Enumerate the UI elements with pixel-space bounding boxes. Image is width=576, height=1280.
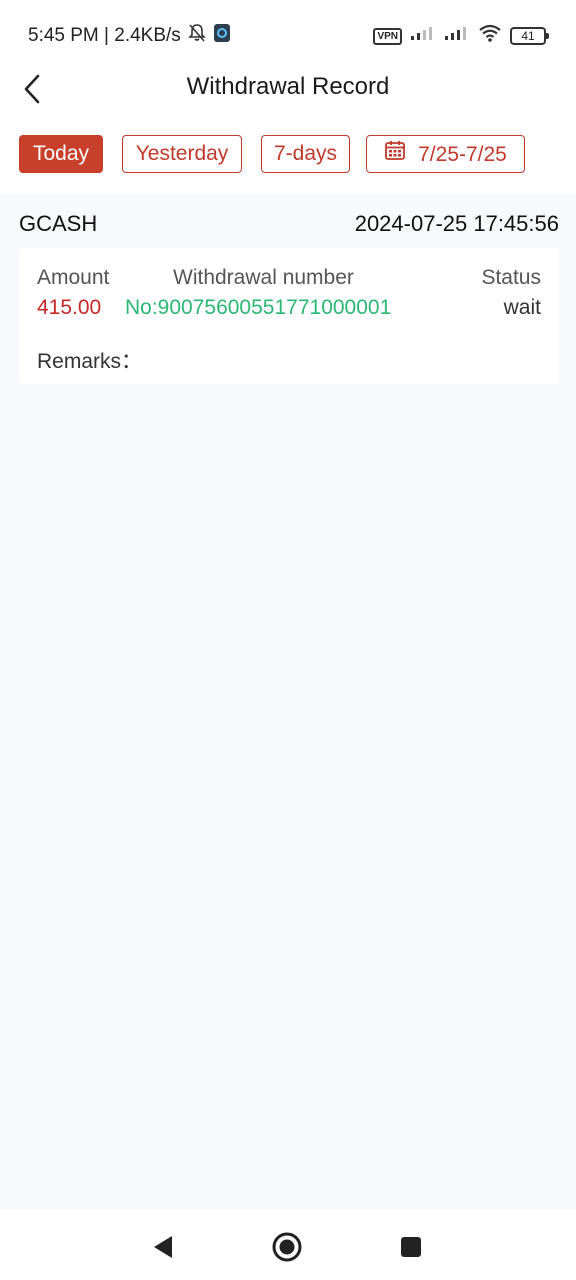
vpn-badge: VPN xyxy=(373,27,402,45)
signal-icon-2 xyxy=(444,25,470,47)
amount-label: Amount xyxy=(37,266,110,289)
square-recent-icon xyxy=(401,1237,421,1257)
date-range-text: 7/25-7/25 xyxy=(418,142,507,166)
signal-icon xyxy=(410,25,436,47)
withdrawal-number-label: Withdrawal number xyxy=(173,266,354,289)
system-nav-bar xyxy=(0,1210,576,1280)
withdrawal-number-value: No:90075600551771000001 xyxy=(125,296,392,319)
wifi-icon xyxy=(478,24,502,48)
page-title: Withdrawal Record xyxy=(186,73,390,100)
remarks-label: Remarks： xyxy=(37,350,143,373)
triangle-back-icon xyxy=(154,1236,172,1258)
amount-value: 415.00 xyxy=(37,296,102,319)
status-value: wait xyxy=(503,296,541,319)
status-bar-right: VPN 41 xyxy=(373,24,549,48)
circle-home-icon xyxy=(272,1232,302,1262)
mute-bell-icon xyxy=(187,23,207,49)
date-range-picker[interactable]: 7/25-7/25 xyxy=(366,135,525,173)
record-datetime: 2024-07-25 17:45:56 xyxy=(354,211,559,236)
filter-yesterday-chip[interactable]: Yesterday xyxy=(122,135,242,173)
filter-today-chip[interactable]: Today xyxy=(19,135,103,173)
calendar-icon xyxy=(384,137,406,172)
battery-indicator: 41 xyxy=(510,27,549,45)
date-filter-bar: Today Yesterday 7-days 7/25-7/25 xyxy=(0,122,576,194)
status-label: Status xyxy=(481,266,541,289)
nav-recent-button[interactable] xyxy=(394,1230,428,1264)
record-group-header: GCASH 2024-07-25 17:45:56 xyxy=(19,207,559,241)
status-bar-left: 5:45 PM | 2.4KB/s xyxy=(28,23,231,49)
withdrawal-record-card: Amount Withdrawal number Status 415.00 N… xyxy=(19,248,559,384)
nav-home-button[interactable] xyxy=(270,1230,304,1264)
app-header: Withdrawal Record xyxy=(0,60,576,122)
time-speed-text: 5:45 PM | 2.4KB/s xyxy=(28,25,181,46)
filter-7days-chip[interactable]: 7-days xyxy=(261,135,350,173)
nav-back-button[interactable] xyxy=(146,1230,180,1264)
app-notification-icon xyxy=(213,23,231,49)
record-channel: GCASH xyxy=(19,211,98,236)
